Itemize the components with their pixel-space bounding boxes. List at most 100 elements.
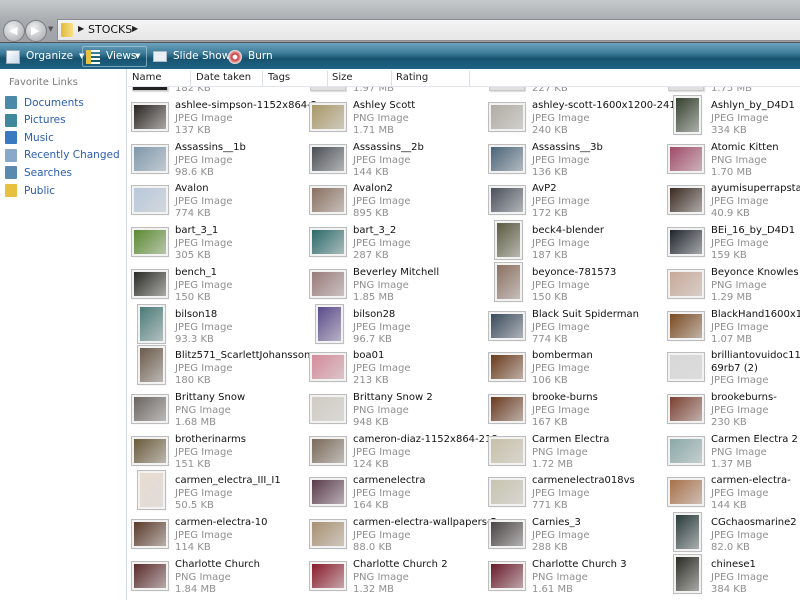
file-name: Charlotte Church 2 [353, 558, 448, 570]
file-item[interactable]: Carnies_3 JPEG Image 288 KB [485, 517, 663, 557]
file-item[interactable]: CGchaosmarine2 JPEG Image 82.0 KB [664, 512, 800, 557]
file-item[interactable]: bilson18 JPEG Image 93.3 KB [128, 303, 306, 349]
file-item[interactable]: BEi_16_by_D4D1 JPEG Image 159 KB [664, 225, 800, 265]
column-size[interactable]: Size [328, 71, 392, 87]
file-item[interactable]: cameron-diaz-1152x864-218... JPEG Image 12… [306, 434, 507, 474]
file-item[interactable]: Beverley Mitchell PNG Image 1.85 MB [306, 267, 484, 307]
file-item[interactable]: brotherinarms JPEG Image 151 KB [128, 434, 306, 474]
sidebar-item-pictures[interactable]: Pictures [5, 113, 66, 127]
file-item[interactable]: AvP2 JPEG Image 172 KB [485, 183, 663, 223]
file-name: beck4-blender [532, 225, 604, 237]
folder-icon [5, 184, 17, 197]
file-item[interactable]: bart_3_2 JPEG Image 287 KB [306, 225, 484, 265]
file-item[interactable]: carmen_electra_III_I1 JPEG Image 50.5 KB [128, 470, 306, 515]
command-bar: Organize ▼ Views ▼ Slide Show Burn [0, 42, 800, 69]
file-type: JPEG Image [532, 238, 590, 250]
file-item[interactable]: Ashley Scott PNG Image 1.71 MB [306, 100, 484, 140]
file-item[interactable]: Black Suit Spiderman JPEG Image 774 KB [485, 309, 663, 349]
file-item[interactable]: Beyonce Knowles PNG Image 1.29 MB [664, 267, 800, 307]
column-name[interactable]: Name [128, 71, 191, 87]
file-item[interactable]: beyonce-781573 JPEG Image 150 KB [485, 261, 663, 307]
views-dropdown-button[interactable]: ▼ [135, 47, 140, 66]
file-type: JPEG Image [532, 154, 590, 166]
file-item[interactable]: ayumisuperrapstarlolJPEG Image40.9 KB [664, 183, 800, 223]
file-item[interactable]: boa01 JPEG Image 213 KB [306, 350, 484, 390]
file-item[interactable]: ashlee-simpson-1152x864-2... JPEG Image 13… [128, 100, 327, 140]
file-item[interactable]: Carmen Electra PNG Image 1.72 MB [485, 434, 663, 474]
file-item[interactable]: chinese1 JPEG Image 384 KB [664, 553, 800, 599]
organize-button[interactable]: Organize ▼ [6, 47, 84, 66]
file-item[interactable]: bilson28 JPEG Image 96.7 KB [306, 303, 484, 349]
file-name: brotherinarms [175, 433, 247, 445]
sidebar-item-searches[interactable]: Searches [5, 166, 72, 180]
file-item[interactable]: beck4-blender JPEG Image 187 KB [485, 220, 663, 265]
file-item[interactable]: Blitz571_ScarlettJohansson JPEG Image 180 … [128, 345, 310, 390]
thumbnail [131, 560, 169, 591]
file-size: 948 KB [353, 416, 389, 428]
file-size: 124 KB [353, 458, 389, 470]
file-item[interactable]: brooke-burns JPEG Image 167 KB [485, 392, 663, 432]
column-rating[interactable]: Rating [392, 71, 470, 87]
file-item[interactable]: Assassins__3b JPEG Image 136 KB [485, 142, 663, 182]
file-size: 1.07 MB [711, 333, 752, 345]
column-tags[interactable]: Tags [264, 71, 328, 87]
file-name: carmen-electra-10 [175, 517, 268, 528]
file-item[interactable]: Charlotte Church PNG Image 1.84 MB [128, 559, 306, 599]
slideshow-button[interactable]: Slide Show [153, 47, 230, 66]
file-name: Assassins__1b [175, 141, 246, 153]
file-item[interactable]: ashley-scott-1600x1200-24148 JPEG Image 24… [485, 100, 688, 140]
breadcrumb-chevron-icon[interactable]: ▶ [78, 24, 84, 33]
sidebar-item-recently-changed[interactable]: Recently Changed [5, 148, 120, 162]
file-item[interactable]: BlackHand1600x1200JPEG Image1.07 MB [664, 309, 800, 349]
file-name: carmen_electra_III_I1 [175, 475, 281, 487]
file-item[interactable]: Carmen Electra 2 PNG Image 1.37 MB [664, 434, 800, 474]
file-name: Ashlyn_by_D4D1 [711, 100, 795, 111]
burn-button[interactable]: Burn [228, 47, 273, 66]
file-name: beyonce-781573 [532, 266, 617, 278]
file-size: 227 KB [532, 87, 568, 94]
file-item[interactable]: Atomic Kitten PNG Image 1.70 MB [664, 142, 800, 182]
file-name: Assassins__3b [532, 141, 603, 153]
file-type: PNG Image [353, 113, 409, 124]
sidebar-item-public[interactable]: Public [5, 184, 55, 197]
file-item[interactable]: Avalon2 JPEG Image 895 KB [306, 183, 484, 223]
file-item[interactable]: bart_3_1 JPEG Image 305 KB [128, 225, 306, 265]
file-item[interactable]: carmen-electra-wallpapers-5 JPEG Image 88.… [306, 517, 497, 557]
file-item[interactable]: Charlotte Church 2 PNG Image 1.32 MB [306, 559, 484, 599]
breadcrumb-stocks[interactable]: STOCKS [88, 23, 132, 36]
thumbnail [667, 393, 705, 424]
file-item[interactable]: Charlotte Church 3 PNG Image 1.61 MB [485, 559, 663, 599]
file-item[interactable]: Assassins__1b JPEG Image 98.6 KB [128, 142, 306, 182]
file-item[interactable]: brilliantovuidoc1144469rb7 (2)JPEG Image [664, 350, 800, 390]
recent-pages-dropdown[interactable]: ▼ [48, 25, 53, 33]
sidebar-item-documents[interactable]: Documents [5, 96, 84, 109]
file-item[interactable]: Assassins__2b JPEG Image 144 KB [306, 142, 484, 182]
file-item[interactable]: brookeburns- JPEG Image 230 KB [664, 392, 800, 432]
file-type: JPEG Image [711, 321, 769, 333]
file-item[interactable]: carmen-electra-10 JPEG Image 114 KB [128, 517, 306, 557]
file-size: 93.3 KB [175, 333, 214, 345]
file-item[interactable]: carmen-electra- JPEG Image 144 KB [664, 475, 800, 515]
file-name: chinese1 [711, 558, 756, 570]
breadcrumb-chevron-icon[interactable]: ▶ [132, 24, 138, 33]
file-size: 771 KB [532, 500, 568, 512]
file-item[interactable]: Ashlyn_by_D4D1 JPEG Image 334 KB [664, 95, 800, 140]
address-bar[interactable]: ▶ STOCKS ▶ [57, 19, 800, 41]
back-button[interactable]: ◀ [3, 20, 25, 42]
file-item[interactable]: bomberman JPEG Image 106 KB [485, 350, 663, 390]
file-item[interactable]: Brittany Snow 2 PNG Image 948 KB [306, 392, 484, 432]
file-item[interactable]: Brittany Snow PNG Image 1.68 MB [128, 392, 306, 432]
file-type: JPEG Image [532, 530, 590, 541]
file-name: Atomic Kitten [711, 141, 779, 153]
file-type: JPEG Image [175, 154, 233, 166]
file-item[interactable]: carmenelectra JPEG Image 164 KB [306, 475, 484, 515]
file-item[interactable]: bench_1 JPEG Image 150 KB [128, 267, 306, 307]
file-item[interactable]: Avalon JPEG Image 774 KB [128, 183, 306, 223]
views-button[interactable]: Views [86, 47, 136, 66]
forward-button[interactable]: ▶ [25, 20, 47, 42]
column-date-taken[interactable]: Date taken [192, 71, 263, 87]
file-name: Blitz571_ScarlettJohansson [175, 350, 311, 362]
sidebar-item-music[interactable]: Music [5, 131, 54, 145]
file-size: 334 KB [711, 125, 747, 136]
file-item[interactable]: carmenelectra018vs JPEG Image 771 KB [485, 475, 663, 515]
